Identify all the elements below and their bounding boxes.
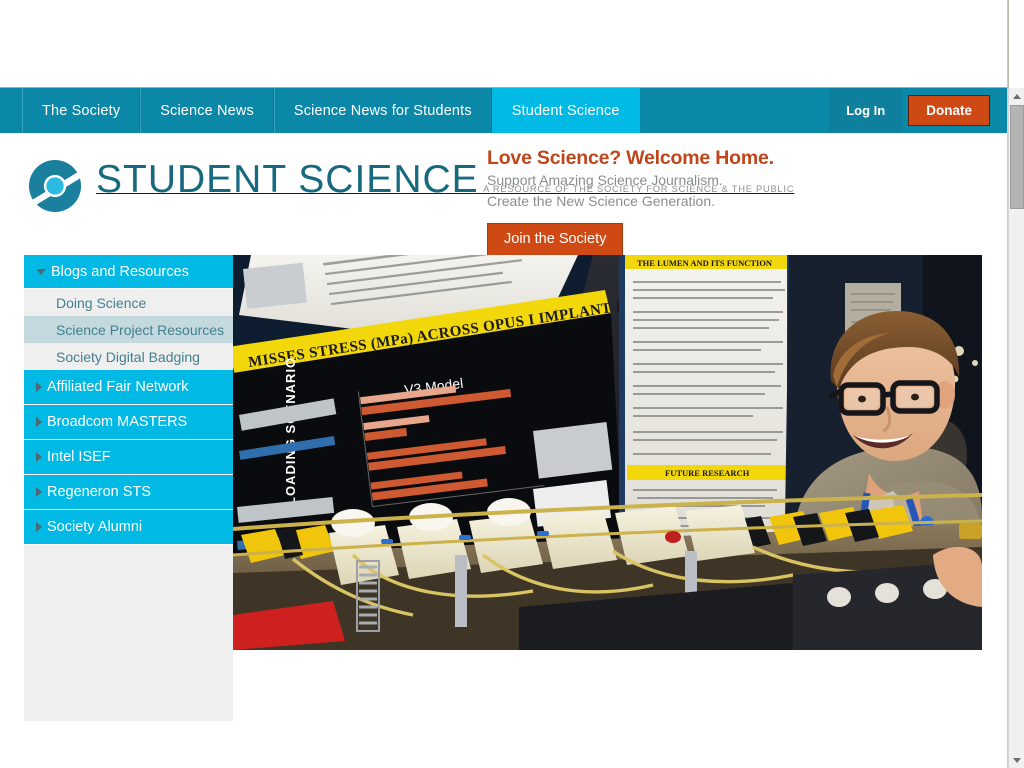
page-canvas: The Society Science News Science News fo…: [0, 88, 1008, 768]
join-button-label: Join the Society: [504, 230, 607, 247]
donate-label: Donate: [926, 103, 972, 118]
sidebar-subitem-science-project-resources[interactable]: Science Project Resources: [24, 316, 233, 343]
logo-title: STUDENT SCIENCE: [96, 158, 479, 201]
student-science-swirl-logo-icon: [24, 155, 86, 217]
browser-viewport: The Society Science News Science News fo…: [0, 0, 1024, 768]
donate-button[interactable]: Donate: [908, 95, 990, 126]
sidebar-subitem-list: Doing Science Science Project Resources …: [24, 289, 233, 370]
site-masthead: STUDENT SCIENCE A RESOURCE OF THE SOCIET…: [0, 133, 1007, 291]
sidebar-item-broadcom-masters[interactable]: Broadcom MASTERS: [24, 405, 233, 440]
chevron-right-icon: [36, 522, 42, 532]
sidebar-navigation: Blogs and Resources Doing Science Scienc…: [24, 255, 233, 721]
sidebar-item-society-alumni[interactable]: Society Alumni: [24, 510, 233, 545]
nav-tab-label: The Society: [42, 102, 121, 119]
join-the-society-button[interactable]: Join the Society: [487, 222, 624, 256]
svg-text:LOADING SCENARIO: LOADING SCENARIO: [283, 357, 298, 505]
sidebar-item-regeneron-sts[interactable]: Regeneron STS: [24, 475, 233, 510]
sidebar-item-label: Broadcom MASTERS: [47, 414, 188, 430]
login-label: Log In: [846, 103, 886, 118]
page-body: Blogs and Resources Doing Science Scienc…: [0, 255, 1007, 768]
chevron-right-icon: [36, 417, 42, 427]
nav-tab-label: Science News for Students: [293, 102, 472, 119]
svg-text:THE LUMEN AND ITS FUNCTION: THE LUMEN AND ITS FUNCTION: [637, 258, 773, 268]
chevron-down-icon: [36, 268, 46, 275]
site-navigation-bar: The Society Science News Science News fo…: [0, 88, 1007, 133]
scroll-up-button[interactable]: [1009, 88, 1024, 104]
chevron-right-icon: [36, 487, 42, 497]
sidebar-item-label: Society Alumni: [47, 519, 143, 535]
tagline-headline: Love Science? Welcome Home.: [487, 147, 774, 169]
chevron-right-icon: [36, 452, 42, 462]
sidebar-subitem-doing-science[interactable]: Doing Science: [24, 289, 233, 316]
sidebar-item-blogs-and-resources[interactable]: Blogs and Resources: [24, 255, 233, 289]
triangle-up-icon: [1013, 93, 1021, 99]
nav-tab-student-science[interactable]: Student Science: [491, 88, 640, 133]
nav-tab-label: Student Science: [511, 102, 620, 119]
svg-text:FUTURE RESEARCH: FUTURE RESEARCH: [665, 468, 750, 478]
nav-tab-science-news-for-students[interactable]: Science News for Students: [273, 88, 492, 133]
sidebar-item-intel-isef[interactable]: Intel ISEF: [24, 440, 233, 475]
nav-tab-list: The Society Science News Science News fo…: [22, 88, 640, 133]
sidebar-item-label: Intel ISEF: [47, 449, 111, 465]
sidebar-subitem-label: Science Project Resources: [56, 321, 225, 338]
scrollbar-thumb[interactable]: [1010, 105, 1024, 209]
sidebar-subitem-label: Society Digital Badging: [56, 348, 200, 365]
sidebar-subitem-label: Doing Science: [56, 294, 147, 311]
browser-top-blank-area: [0, 0, 1008, 88]
nav-tab-label: Science News: [160, 102, 254, 119]
sidebar-item-label: Affiliated Fair Network: [47, 379, 189, 395]
hero-image: MISSES STRESS (MPa) ACROSS OPUS I IMPLAN…: [233, 255, 982, 650]
tagline-line-1: Support Amazing Science Journalism.: [487, 172, 723, 188]
browser-right-gutter: [1008, 0, 1024, 88]
nav-actions: Log In Donate: [829, 88, 1007, 133]
vertical-scrollbar[interactable]: [1008, 88, 1024, 768]
login-button[interactable]: Log In: [829, 88, 903, 133]
nav-tab-science-news[interactable]: Science News: [140, 88, 274, 133]
sidebar-item-label: Regeneron STS: [47, 484, 151, 500]
masthead-tagline: Love Science? Welcome Home. Support Amaz…: [487, 147, 774, 256]
triangle-down-icon: [1013, 757, 1021, 763]
sidebar-item-label: Blogs and Resources: [51, 263, 189, 280]
chevron-right-icon: [36, 382, 42, 392]
nav-tab-the-society[interactable]: The Society: [22, 88, 141, 133]
scroll-down-button[interactable]: [1009, 752, 1024, 768]
sidebar-item-affiliated-fair-network[interactable]: Affiliated Fair Network: [24, 370, 233, 405]
tagline-line-2: Create the New Science Generation.: [487, 193, 716, 210]
sidebar-subitem-society-digital-badging[interactable]: Society Digital Badging: [24, 343, 233, 370]
